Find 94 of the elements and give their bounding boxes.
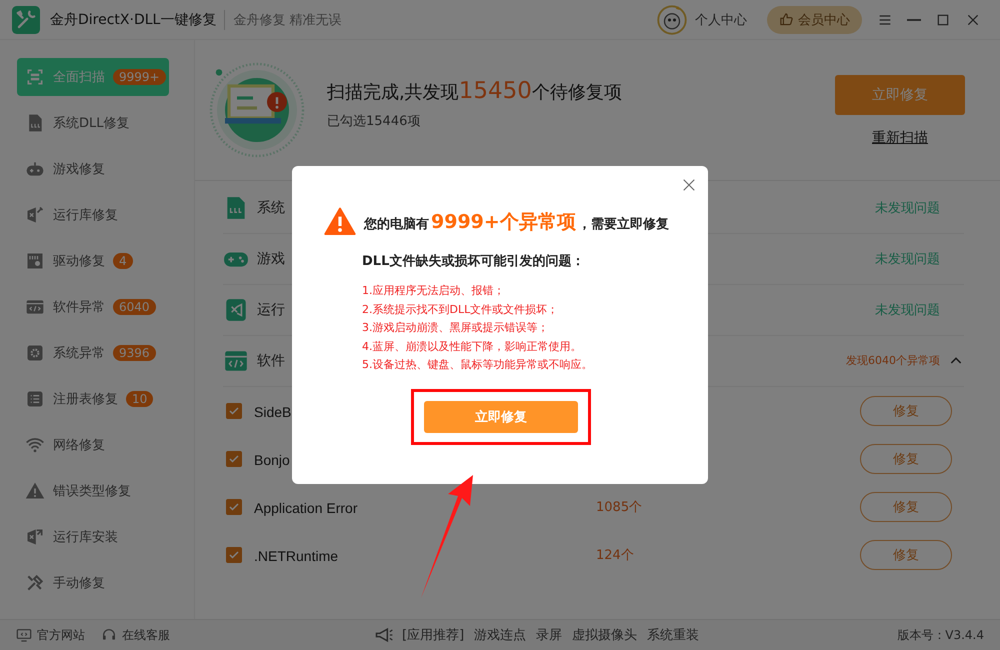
category-name: 游戏	[257, 250, 285, 268]
issue-text: 4.蓝屏、崩溃以及性能下降，影响正常使用。	[362, 338, 582, 354]
list-icon	[25, 389, 45, 409]
scan-summary: 扫描完成,共发现15450个待修复项	[327, 78, 622, 104]
promo-link[interactable]: 系统重装	[647, 626, 700, 644]
item-checkbox[interactable]	[226, 547, 242, 563]
gear-icon	[25, 343, 45, 363]
category-status: 未发现问题	[875, 200, 940, 217]
dialog-message: 您的电脑有 9999+个异常项，需要立即修复	[364, 210, 669, 235]
issue-text: 1.应用程序无法启动、报错；	[362, 283, 506, 299]
item-count: 1085个	[596, 499, 644, 516]
selected-count-text: 已勾选15446项	[327, 113, 422, 130]
repair-button[interactable]: 修复	[860, 492, 952, 522]
sidebar-item[interactable]: 游戏修复	[17, 146, 169, 192]
item-checkbox[interactable]	[226, 451, 242, 467]
promo-link[interactable]: 虚拟摄像头	[572, 626, 638, 644]
sidebar-label: 网络修复	[53, 437, 105, 454]
sidebar-item[interactable]: 系统异常 9396	[17, 330, 169, 376]
category-name: 系统	[257, 199, 285, 217]
item-name: SideB	[254, 404, 292, 420]
vip-center-button[interactable]: 会员中心	[767, 6, 862, 34]
app-slogan: 金舟修复 精准无误	[233, 12, 342, 28]
sidebar-item[interactable]: 系统DLL修复	[17, 100, 169, 146]
megaphone-icon	[374, 625, 394, 645]
maximize-icon	[935, 12, 951, 28]
sidebar-item[interactable]: 错误类型修复	[17, 468, 169, 514]
monitor-icon	[16, 627, 32, 643]
sidebar-label: 系统异常	[53, 345, 105, 362]
sidebar-label: 运行库修复	[53, 207, 118, 224]
scan-icon	[25, 67, 45, 87]
sidebar-label: 全面扫描	[53, 69, 105, 86]
sidebar-item[interactable]: 驱动修复 4	[17, 238, 169, 284]
user-center-link[interactable]: 个人中心	[695, 10, 747, 28]
sidebar-label: 运行库安装	[53, 529, 118, 546]
check-icon	[228, 405, 240, 417]
check-icon	[228, 549, 240, 561]
sidebar-label: 错误类型修复	[53, 483, 131, 500]
minimize-icon	[907, 18, 921, 20]
close-icon	[682, 178, 696, 192]
category-name: 软件	[257, 352, 285, 370]
sidebar-label: 游戏修复	[53, 161, 105, 178]
sidebar-item[interactable]: 全面扫描 9999+	[17, 58, 169, 96]
app-title: 金舟DirectX·DLL一键修复	[50, 10, 216, 28]
tools-icon	[25, 573, 45, 593]
count-badge: 9396	[113, 345, 156, 361]
check-icon	[228, 501, 240, 513]
sidebar-label: 软件异常	[53, 299, 105, 316]
sidebar-label: 系统DLL修复	[53, 115, 130, 132]
check-icon	[228, 453, 240, 465]
version-text: 版本号：V3.4.4	[897, 626, 984, 644]
item-name: Bonjo	[254, 452, 290, 468]
category-status: 发现6040个异常项	[846, 352, 940, 369]
promo-link[interactable]: 录屏	[536, 626, 562, 644]
sidebar-item[interactable]: 运行库修复	[17, 192, 169, 238]
recommend-label: [应用推荐]	[402, 627, 464, 644]
category-status: 未发现问题	[875, 302, 940, 319]
sidebar-item[interactable]: 注册表修复 10	[17, 376, 169, 422]
count-badge: 9999+	[113, 69, 166, 85]
count-badge: 6040	[113, 299, 156, 315]
wifi-icon	[25, 435, 45, 455]
issue-text: 2.系统提示找不到DLL文件或文件损坏；	[362, 302, 560, 318]
repair-button[interactable]: 修复	[860, 540, 952, 570]
item-name: Application Error	[254, 500, 358, 516]
issue-text: 3.游戏启动崩溃、黑屏或提示错误等；	[362, 320, 550, 336]
repair-button[interactable]: 修复	[860, 444, 952, 474]
sidebar-label: 驱动修复	[53, 253, 105, 270]
thumbs-up-icon	[779, 12, 794, 27]
sidebar-label: 手动修复	[53, 575, 105, 592]
dialog-subtitle: DLL文件缺失或损坏可能引发的问题：	[362, 252, 586, 270]
website-link[interactable]: 官方网站	[16, 626, 85, 644]
sidebar-label: 注册表修复	[53, 391, 118, 408]
fix-now-button[interactable]: 立即修复	[835, 75, 965, 115]
support-link[interactable]: 在线客服	[101, 626, 170, 644]
warning-icon	[25, 481, 45, 501]
close-button[interactable]	[682, 178, 696, 192]
sidebar-item[interactable]: 软件异常 6040	[17, 284, 169, 330]
category-name: 运行	[257, 301, 285, 319]
item-checkbox[interactable]	[226, 403, 242, 419]
count-badge: 10	[126, 391, 154, 407]
item-name: .NETRuntime	[254, 548, 338, 564]
promo-link[interactable]: 游戏连点	[474, 626, 526, 644]
repair-button[interactable]: 修复	[860, 396, 952, 426]
warning-icon	[322, 206, 358, 238]
sidebar-item[interactable]: 手动修复	[17, 560, 169, 606]
sidebar-item[interactable]: 网络修复	[17, 422, 169, 468]
wrench-icon	[12, 6, 40, 34]
item-checkbox[interactable]	[226, 499, 242, 515]
sidebar-item[interactable]: 运行库安装	[17, 514, 169, 560]
item-count: 124个	[596, 547, 635, 564]
issue-text: 5.设备过热、键盘、鼠标等功能异常或不响应。	[362, 357, 594, 373]
count-badge: 4	[113, 253, 133, 269]
category-status: 未发现问题	[875, 251, 940, 268]
fix-now-button[interactable]: 立即修复	[424, 400, 578, 432]
rescan-link[interactable]: 重新扫描	[872, 129, 928, 147]
